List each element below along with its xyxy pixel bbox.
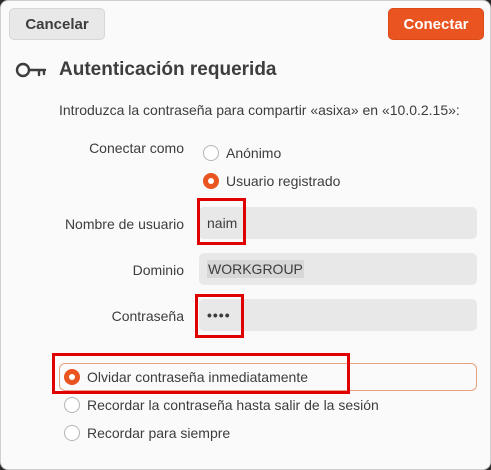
radio-anonymous-indicator [203,145,219,161]
username-value: naim [207,215,238,231]
radio-anonymous[interactable]: Anónimo [203,145,281,161]
radio-registered-user-indicator [203,173,219,189]
radio-remember-until-logout-indicator [64,397,80,413]
dialog-title: Autenticación requerida [59,59,277,80]
key-icon [15,62,47,78]
domain-label: Dominio [132,262,184,278]
radio-remember-forever-label: Recordar para siempre [87,425,231,441]
password-field[interactable]: •••• [199,299,477,331]
description-text: Introduzca la contraseña para compartir … [59,102,460,118]
radio-forget-immediately-indicator [64,369,80,385]
radio-registered-user[interactable]: Usuario registrado [203,173,340,189]
cancel-button[interactable]: Cancelar [9,8,105,40]
radio-remember-until-logout[interactable]: Recordar la contraseña hasta salir de la… [64,397,379,413]
username-label: Nombre de usuario [64,216,184,232]
radio-registered-user-label: Usuario registrado [226,173,341,189]
title-row: Autenticación requerida [15,59,277,81]
authentication-dialog: Cancelar Conectar Autenticación requerid… [0,0,491,470]
radio-remember-forever[interactable]: Recordar para siempre [64,425,230,441]
password-label: Contraseña [111,308,184,324]
radio-anonymous-label: Anónimo [226,145,282,161]
username-field[interactable]: naim [199,207,477,239]
domain-value: WORKGROUP [207,260,304,278]
radio-forget-immediately[interactable]: Olvidar contraseña inmediatamente [64,369,308,385]
connect-button[interactable]: Conectar [388,8,484,40]
password-value: •••• [207,307,231,323]
radio-remember-until-logout-label: Recordar la contraseña hasta salir de la… [87,397,379,413]
radio-remember-forever-indicator [64,425,80,441]
domain-field[interactable]: WORKGROUP [199,253,477,285]
connect-as-label: Conectar como [89,140,184,156]
radio-forget-immediately-label: Olvidar contraseña inmediatamente [87,369,309,385]
